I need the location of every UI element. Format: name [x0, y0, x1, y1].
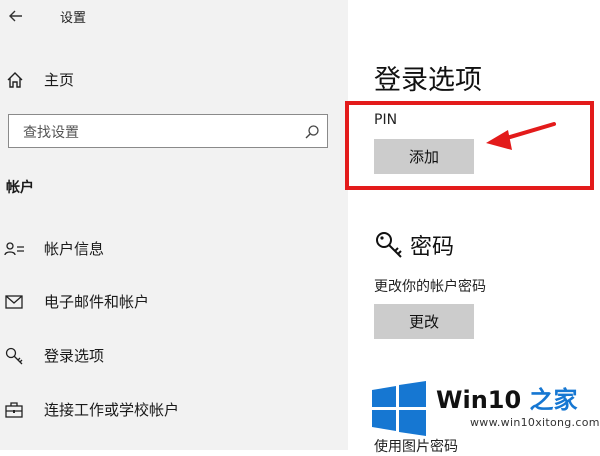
title-bar: 设置 — [0, 0, 348, 34]
watermark-brand-suffix: 之家 — [521, 386, 578, 414]
key-icon — [5, 347, 23, 365]
sidebar-item-account-info[interactable]: 帐户信息 — [0, 231, 348, 267]
key-icon — [376, 232, 402, 258]
sidebar-item-work-school[interactable]: 连接工作或学校帐户 — [0, 392, 348, 428]
page-title: 登录选项 — [374, 65, 482, 96]
back-button[interactable] — [4, 4, 28, 28]
watermark-url: www.win10xitong.com — [470, 416, 600, 429]
windows-logo-icon — [372, 381, 426, 436]
briefcase-icon — [5, 402, 23, 418]
search-input[interactable]: 查找设置 — [8, 114, 328, 148]
arrow-pointer-icon — [486, 122, 556, 150]
sidebar-item-email-accounts[interactable]: 电子邮件和帐户 — [0, 284, 348, 320]
home-icon — [7, 72, 23, 88]
sidebar-item-label: 电子邮件和帐户 — [44, 293, 150, 311]
sidebar-item-label: 帐户信息 — [44, 240, 105, 258]
mail-icon — [5, 295, 23, 309]
search-icon — [305, 125, 319, 139]
sidebar-item-label: 登录选项 — [44, 347, 105, 365]
sidebar-item-sign-in-options[interactable]: 登录选项 — [0, 338, 348, 374]
watermark-brand-prefix: Win10 — [436, 386, 522, 414]
watermark-brand: Win10 之家 — [436, 380, 578, 415]
sidebar-item-label: 连接工作或学校帐户 — [44, 401, 180, 419]
nav-home-label: 主页 — [44, 71, 75, 89]
search-placeholder: 查找设置 — [23, 125, 79, 141]
account-info-icon — [4, 242, 24, 256]
watermark: Win10 之家 www.win10xitong.com — [366, 378, 600, 450]
section-title: 帐户 — [6, 180, 34, 196]
arrow-left-icon — [9, 10, 22, 22]
nav-home[interactable]: 主页 — [0, 62, 348, 98]
password-section-title: 密码 — [410, 235, 455, 260]
app-title: 设置 — [60, 11, 87, 26]
sidebar: 设置 主页 查找设置 帐户 帐户信息 电子邮件和帐户 登录选项 连接工作或学校帐… — [0, 0, 348, 450]
password-description: 更改你的帐户密码 — [374, 279, 486, 295]
change-password-button[interactable]: 更改 — [374, 304, 474, 339]
